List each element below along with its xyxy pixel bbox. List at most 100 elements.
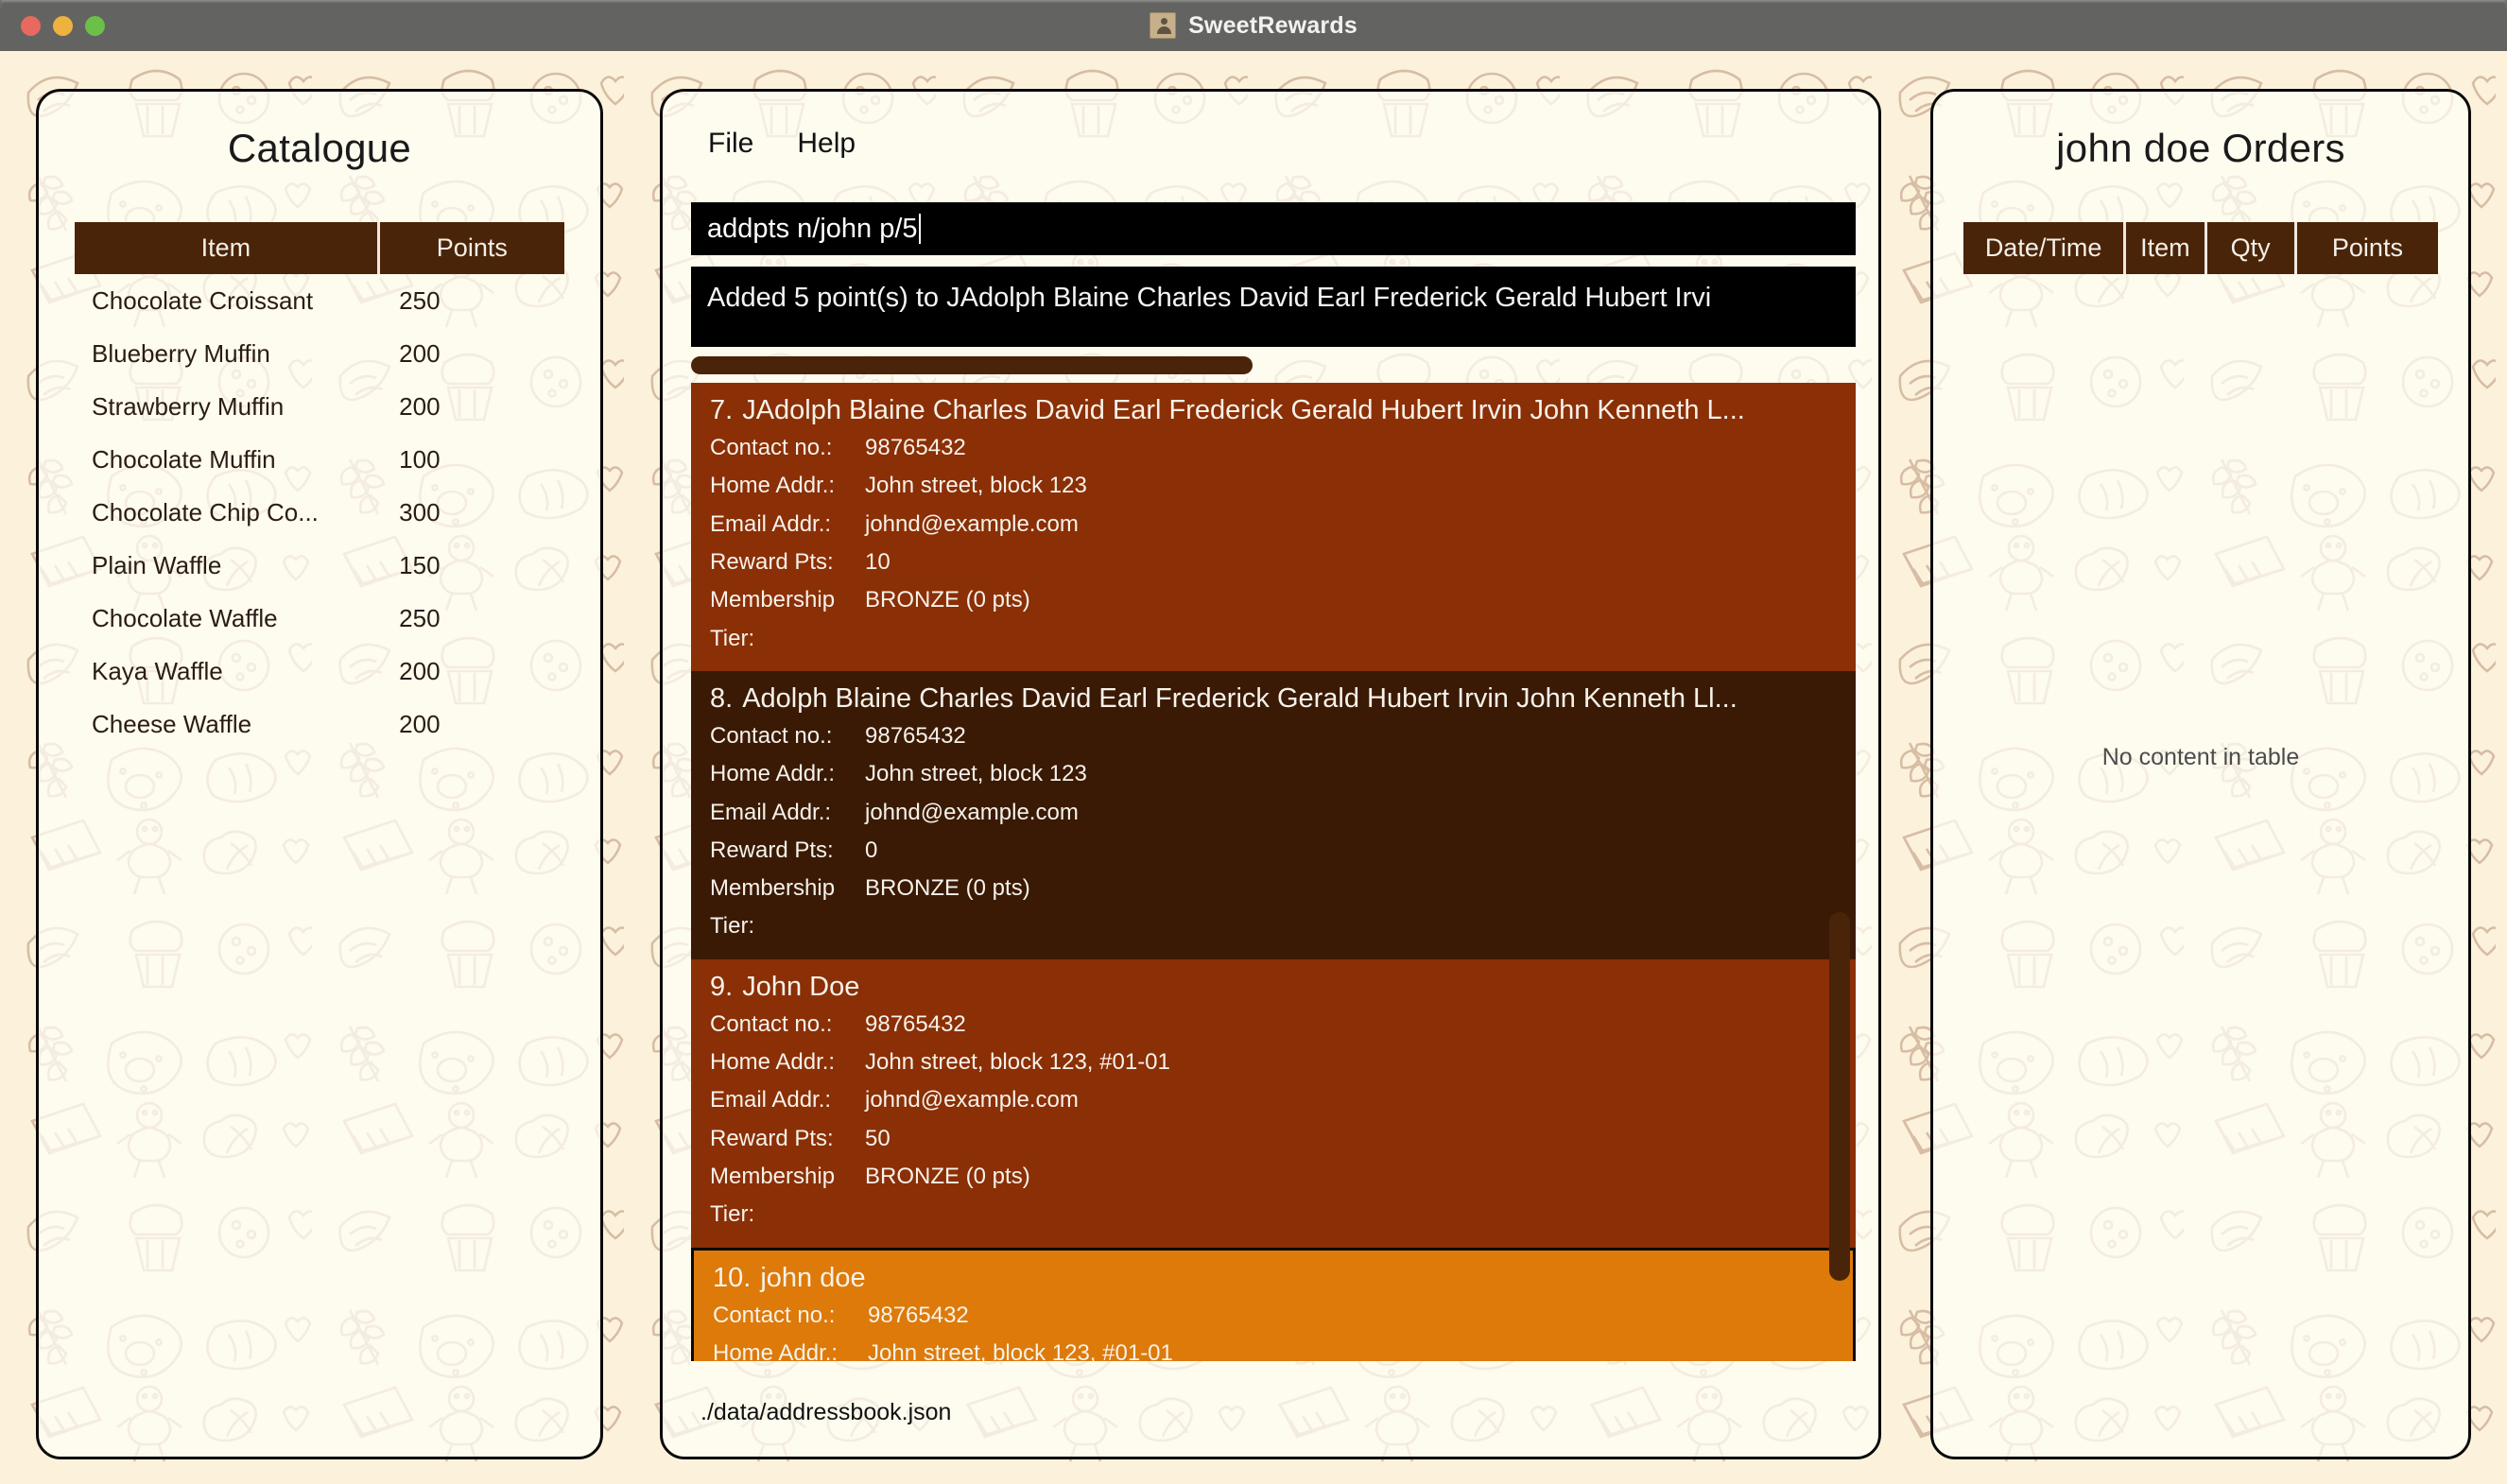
person-card-label-email-address: Email Addr.:	[710, 1081, 865, 1119]
person-card-field-membership-tier: Membership Tier:BRONZE (0 pts)	[710, 1158, 1856, 1234]
app-window: Catalogue Item Points Chocolate Croissan…	[0, 0, 2507, 1484]
table-row[interactable]: Strawberry Muffin200	[75, 380, 564, 433]
person-card-value-home-address: John street, block 123, #01-01	[865, 1044, 1856, 1081]
minimize-icon[interactable]	[53, 16, 73, 36]
menu-item-help[interactable]: Help	[791, 126, 861, 162]
orders-col-datetime[interactable]: Date/Time	[1963, 222, 2125, 274]
catalogue-cell-points: 200	[378, 380, 564, 433]
command-input-value: addpts n/john p/5	[707, 214, 918, 245]
person-card-value-membership-tier: BRONZE (0 pts)	[865, 1158, 1856, 1234]
person-card[interactable]: 9. John Doe Contact no.:98765432Home Addr.…	[691, 959, 1856, 1248]
result-display: Added 5 point(s) to JAdolph Blaine Charl…	[691, 267, 1856, 347]
address-book-icon	[1150, 12, 1176, 39]
person-card-field-membership-tier: Membership Tier:BRONZE (0 pts)	[710, 870, 1856, 946]
table-row[interactable]: Plain Waffle150	[75, 539, 564, 592]
catalogue-col-item[interactable]: Item	[75, 222, 378, 274]
person-card-name-text: JAdolph Blaine Charles David Earl Freder…	[742, 395, 1745, 425]
table-row[interactable]: Chocolate Chip Co...300	[75, 486, 564, 539]
person-card-name-text: John Doe	[742, 972, 859, 1002]
catalogue-cell-item: Chocolate Waffle	[75, 592, 378, 645]
catalogue-cell-points: 100	[378, 433, 564, 486]
person-card-name: 10. john doe	[713, 1263, 1853, 1294]
person-card-value-email-address: johnd@example.com	[865, 794, 1856, 832]
person-card-index: 10.	[713, 1263, 751, 1293]
catalogue-cell-points: 250	[378, 274, 564, 327]
command-input[interactable]: addpts n/john p/5	[691, 202, 1856, 255]
person-card-value-home-address: John street, block 123, #01-01	[868, 1335, 1853, 1361]
person-card-name: 8.Adolph Blaine Charles David Earl Frede…	[710, 683, 1856, 715]
catalogue-cell-points: 300	[378, 486, 564, 539]
person-card-index: 9.	[710, 972, 733, 1002]
person-card-label-contact-number: Contact no.:	[710, 429, 865, 467]
person-card-label-home-address: Home Addr.:	[713, 1335, 868, 1361]
table-row[interactable]: Chocolate Waffle250	[75, 592, 564, 645]
person-card-field-contact-number: Contact no.:98765432	[710, 1006, 1856, 1044]
result-display-text: Added 5 point(s) to JAdolph Blaine Charl…	[691, 267, 1856, 314]
catalogue-title: Catalogue	[39, 126, 600, 171]
person-card-index: 7.	[710, 395, 733, 425]
person-card-label-home-address: Home Addr.:	[710, 755, 865, 793]
person-list-scrollbar-thumb[interactable]	[1829, 912, 1850, 1281]
menu-item-file[interactable]: File	[702, 126, 759, 162]
catalogue-cell-item: Chocolate Chip Co...	[75, 486, 378, 539]
person-card-value-membership-tier: BRONZE (0 pts)	[865, 870, 1856, 946]
person-card-field-email-address: Email Addr.:johnd@example.com	[710, 506, 1856, 544]
orders-col-item[interactable]: Item	[2125, 222, 2205, 274]
person-card-field-contact-number: Contact no.:98765432	[713, 1297, 1853, 1335]
orders-col-qty[interactable]: Qty	[2205, 222, 2295, 274]
catalogue-cell-points: 200	[378, 327, 564, 380]
person-card-value-home-address: John street, block 123	[865, 755, 1856, 793]
orders-col-points[interactable]: Points	[2295, 222, 2438, 274]
person-card-field-home-address: Home Addr.:John street, block 123, #01-0…	[710, 1044, 1856, 1081]
catalogue-cell-points: 150	[378, 539, 564, 592]
titlebar-highlight	[0, 0, 2507, 3]
person-card-label-membership-tier: Membership Tier:	[710, 581, 865, 658]
person-card-field-home-address: Home Addr.:John street, block 123	[710, 467, 1856, 505]
person-card-name: 9. John Doe	[710, 972, 1856, 1003]
person-card-label-reward-points: Reward Pts:	[710, 832, 865, 870]
person-card-value-reward-points: 10	[865, 544, 1856, 581]
person-card-value-home-address: John street, block 123	[865, 467, 1856, 505]
person-card-value-email-address: johnd@example.com	[865, 1081, 1856, 1119]
maximize-icon[interactable]	[85, 16, 105, 36]
result-scrollbar-thumb[interactable]	[691, 356, 1253, 374]
orders-header-row: Date/Time Item Qty Points	[1963, 222, 2438, 274]
person-card-value-membership-tier: BRONZE (0 pts)	[865, 581, 1856, 658]
table-row[interactable]: Cheese Waffle200	[75, 698, 564, 751]
catalogue-cell-points: 250	[378, 592, 564, 645]
catalogue-col-points[interactable]: Points	[378, 222, 564, 274]
result-horizontal-scrollbar[interactable]	[691, 356, 1856, 374]
person-card-value-reward-points: 50	[865, 1120, 1856, 1158]
catalogue-cell-points: 200	[378, 645, 564, 698]
table-row[interactable]: Chocolate Muffin100	[75, 433, 564, 486]
person-card-field-home-address: Home Addr.:John street, block 123, #01-0…	[713, 1335, 1853, 1361]
text-caret	[919, 214, 921, 244]
catalogue-panel: Catalogue Item Points Chocolate Croissan…	[36, 89, 603, 1459]
window-title: SweetRewards	[1188, 12, 1357, 40]
table-row[interactable]: Kaya Waffle200	[75, 645, 564, 698]
person-card-value-contact-number: 98765432	[865, 429, 1856, 467]
person-list[interactable]: 7. JAdolph Blaine Charles David Earl Fred…	[691, 383, 1856, 1361]
person-card-field-contact-number: Contact no.:98765432	[710, 429, 1856, 467]
person-card-field-home-address: Home Addr.:John street, block 123	[710, 755, 1856, 793]
person-card[interactable]: 10. john doe Contact no.:98765432Home Addr…	[691, 1248, 1856, 1361]
close-icon[interactable]	[21, 16, 41, 36]
person-card-label-contact-number: Contact no.:	[710, 717, 865, 755]
table-row[interactable]: Blueberry Muffin200	[75, 327, 564, 380]
title-bar: SweetRewards	[0, 0, 2507, 51]
person-card-field-contact-number: Contact no.:98765432	[710, 717, 1856, 755]
person-list-vertical-scrollbar[interactable]	[1829, 383, 1850, 1361]
table-row[interactable]: Chocolate Croissant250	[75, 274, 564, 327]
person-card-label-home-address: Home Addr.:	[710, 467, 865, 505]
person-card-label-contact-number: Contact no.:	[713, 1297, 868, 1335]
person-card-value-email-address: johnd@example.com	[865, 506, 1856, 544]
main-panel: File Help addpts n/john p/5 Added 5 poin…	[660, 89, 1881, 1459]
person-card-field-reward-points: Reward Pts:10	[710, 544, 1856, 581]
catalogue-cell-item: Chocolate Croissant	[75, 274, 378, 327]
menu-bar: File Help	[663, 92, 1878, 162]
orders-title: john doe Orders	[1933, 126, 2468, 171]
person-card[interactable]: 7. JAdolph Blaine Charles David Earl Fred…	[691, 383, 1856, 671]
person-card-name-text: john doe	[760, 1263, 865, 1293]
orders-table: Date/Time Item Qty Points	[1963, 222, 2438, 274]
person-card[interactable]: 8.Adolph Blaine Charles David Earl Frede…	[691, 671, 1856, 959]
